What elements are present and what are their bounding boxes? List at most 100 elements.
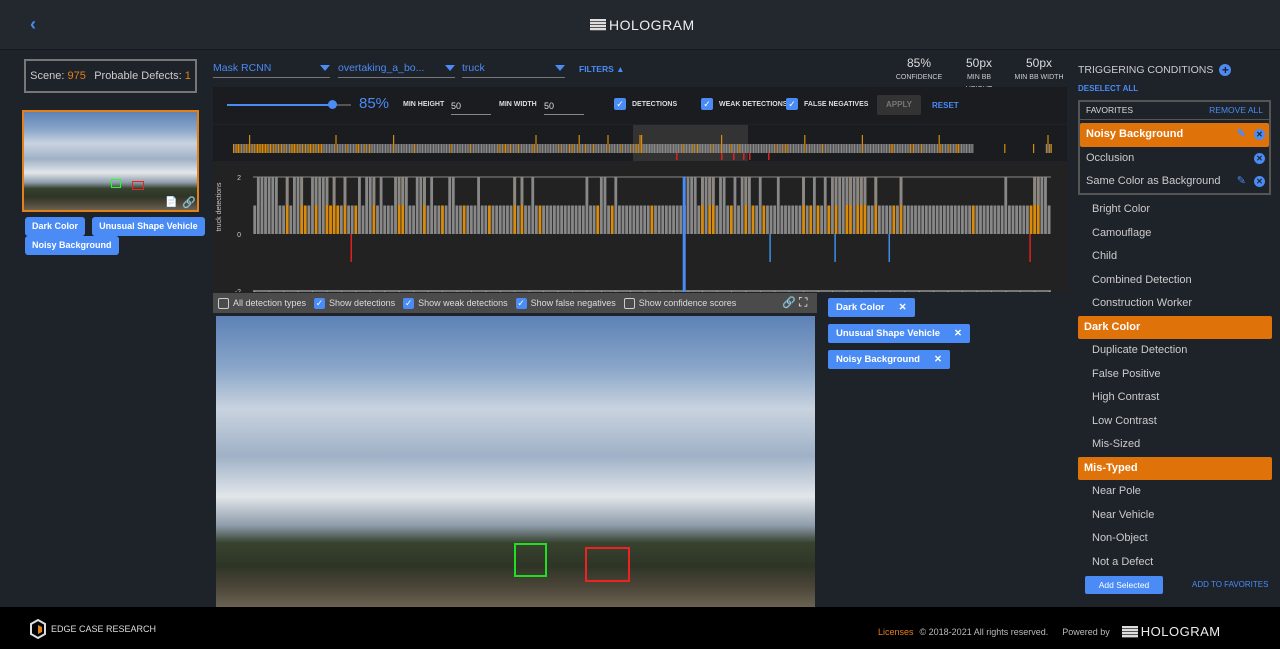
condition-item[interactable]: Camouflage: [1078, 222, 1272, 246]
class-dropdown[interactable]: truck: [462, 58, 565, 78]
minimap-bar: [617, 144, 619, 153]
checkbox-label: WEAK DETECTIONS: [719, 100, 788, 108]
false-negative-box[interactable]: [585, 547, 630, 582]
chip-label: Noisy Background: [836, 354, 920, 365]
add-circle-icon[interactable]: +: [1219, 64, 1232, 76]
remove-all-button[interactable]: REMOVE ALL: [1209, 105, 1263, 116]
weak-detections-checkbox[interactable]: ✓ WEAK DETECTIONS: [701, 98, 787, 110]
link-icon[interactable]: 🔗: [182, 196, 196, 209]
toolbar-checkbox[interactable]: All detection types: [218, 297, 306, 309]
condition-item[interactable]: Mis-Typed: [1078, 456, 1272, 480]
licenses-link[interactable]: Licenses: [878, 627, 914, 637]
minimap-bar: [669, 144, 671, 153]
detection-bar: [863, 177, 867, 205]
document-icon[interactable]: 📄: [165, 197, 177, 208]
filters-toggle[interactable]: FILTERS ▲: [579, 64, 625, 74]
remove-icon[interactable]: ✕: [934, 354, 942, 365]
detection-bar: [553, 205, 556, 234]
minimap-bar: [951, 144, 953, 153]
minimap-bar: [621, 144, 623, 153]
minimap-bar: [356, 144, 358, 153]
remove-circle-icon[interactable]: ✕: [1254, 152, 1265, 164]
condition-item[interactable]: Combined Detection: [1078, 269, 1272, 293]
minimap-bar: [388, 144, 390, 153]
minimap-bar: [866, 144, 868, 153]
reset-button[interactable]: RESET: [932, 101, 959, 110]
favorite-item[interactable]: Noisy Background ✎ ✕: [1080, 123, 1269, 147]
toolbar-checkbox[interactable]: ✓ Show detections: [314, 297, 395, 309]
add-to-favorites-button[interactable]: ADD TO FAVORITES: [1192, 580, 1268, 589]
condition-item[interactable]: Construction Worker: [1078, 292, 1272, 316]
favorite-item[interactable]: Occlusion ✕: [1080, 147, 1269, 171]
add-selected-button[interactable]: Add Selected: [1085, 576, 1163, 594]
toolbar-checkbox[interactable]: ✓ Show false negatives: [515, 297, 616, 309]
condition-item[interactable]: Not a Defect: [1078, 551, 1272, 575]
deselect-all-button[interactable]: DESELECT ALL: [1078, 84, 1138, 93]
minimap-bar: [823, 144, 825, 153]
scene-thumbnail[interactable]: 📄 🔗: [22, 110, 199, 212]
minimap-bar: [793, 144, 795, 153]
remove-circle-icon[interactable]: ✕: [1254, 176, 1265, 188]
detection-bar: [1011, 205, 1015, 234]
minimap-bar: [359, 144, 361, 153]
condition-item[interactable]: False Positive: [1078, 363, 1272, 387]
toolbar-checkbox[interactable]: ✓ Show weak detections: [403, 297, 508, 309]
condition-item[interactable]: Dark Color: [1078, 315, 1272, 339]
detection-bar: [827, 205, 831, 234]
apply-button[interactable]: APPLY: [877, 95, 921, 115]
minimap-bar: [308, 144, 310, 153]
minimap-bar: [311, 144, 313, 153]
toolbar-checkbox[interactable]: Show confidence scores: [623, 297, 736, 309]
detection-bar: [260, 177, 264, 234]
condition-item[interactable]: Bright Color: [1078, 198, 1272, 222]
condition-item[interactable]: Duplicate Detection: [1078, 339, 1272, 363]
back-button[interactable]: ‹: [30, 14, 36, 35]
detection-bar: [924, 205, 928, 234]
condition-item[interactable]: Near Pole: [1078, 480, 1272, 504]
remove-icon[interactable]: ✕: [954, 328, 962, 339]
minimap-window[interactable]: [633, 125, 748, 161]
minimap-bar: [453, 144, 455, 153]
favorite-item[interactable]: Same Color as Background ✎ ✕: [1080, 170, 1269, 194]
minimap-bar: [255, 144, 257, 153]
condition-item[interactable]: Near Vehicle: [1078, 504, 1272, 528]
condition-item[interactable]: Mis-Sized: [1078, 433, 1272, 457]
model-dropdown[interactable]: Mask RCNN: [213, 58, 330, 78]
min-width-input[interactable]: 50: [544, 97, 584, 115]
min-height-input[interactable]: 50: [451, 97, 491, 115]
confidence-slider[interactable]: [227, 100, 351, 109]
minimap-bar: [353, 144, 355, 153]
minimap-bar: [429, 144, 431, 153]
minimap-bar: [834, 144, 836, 153]
condition-chip[interactable]: Dark Color ✕: [828, 298, 915, 317]
detection-box[interactable]: [514, 543, 547, 577]
condition-item[interactable]: Child: [1078, 245, 1272, 269]
condition-chip[interactable]: Unusual Shape Vehicle ✕: [828, 324, 970, 343]
detections-chart[interactable]: 20-2truck detectionss856s860s864s868s872…: [213, 162, 1067, 317]
condition-item[interactable]: Non-Object: [1078, 527, 1272, 551]
detections-checkbox[interactable]: ✓ DETECTIONS: [614, 98, 677, 110]
condition-item[interactable]: Low Contrast: [1078, 410, 1272, 434]
slider-handle[interactable]: [328, 100, 338, 109]
edit-pencil-icon[interactable]: ✎: [1237, 170, 1246, 194]
detection-bar: [314, 177, 318, 205]
minimap-bar: [508, 144, 510, 153]
minimap-bar: [276, 144, 278, 153]
detection-bar: [430, 177, 434, 234]
edit-pencil-icon[interactable]: ✎: [1237, 123, 1246, 147]
link-icon[interactable]: 🔗: [782, 296, 796, 309]
remove-circle-icon[interactable]: ✕: [1254, 129, 1265, 141]
scene-image[interactable]: [216, 316, 815, 607]
minimap-bar: [797, 144, 799, 153]
condition-item[interactable]: High Contrast: [1078, 386, 1272, 410]
minimap-svg: [233, 125, 1052, 161]
minimap-bar: [817, 144, 819, 153]
timeline-minimap[interactable]: [213, 125, 1067, 161]
remove-icon[interactable]: ✕: [899, 302, 907, 313]
checkbox-checked-icon: ✓: [614, 98, 626, 110]
condition-chip[interactable]: Noisy Background ✕: [828, 350, 950, 369]
current-frame-marker[interactable]: [682, 177, 686, 295]
false-negatives-checkbox[interactable]: ✓ FALSE NEGATIVES: [786, 98, 868, 110]
fullscreen-icon[interactable]: ⛶: [799, 295, 807, 310]
scenario-dropdown[interactable]: overtaking_a_bo...: [338, 58, 455, 78]
